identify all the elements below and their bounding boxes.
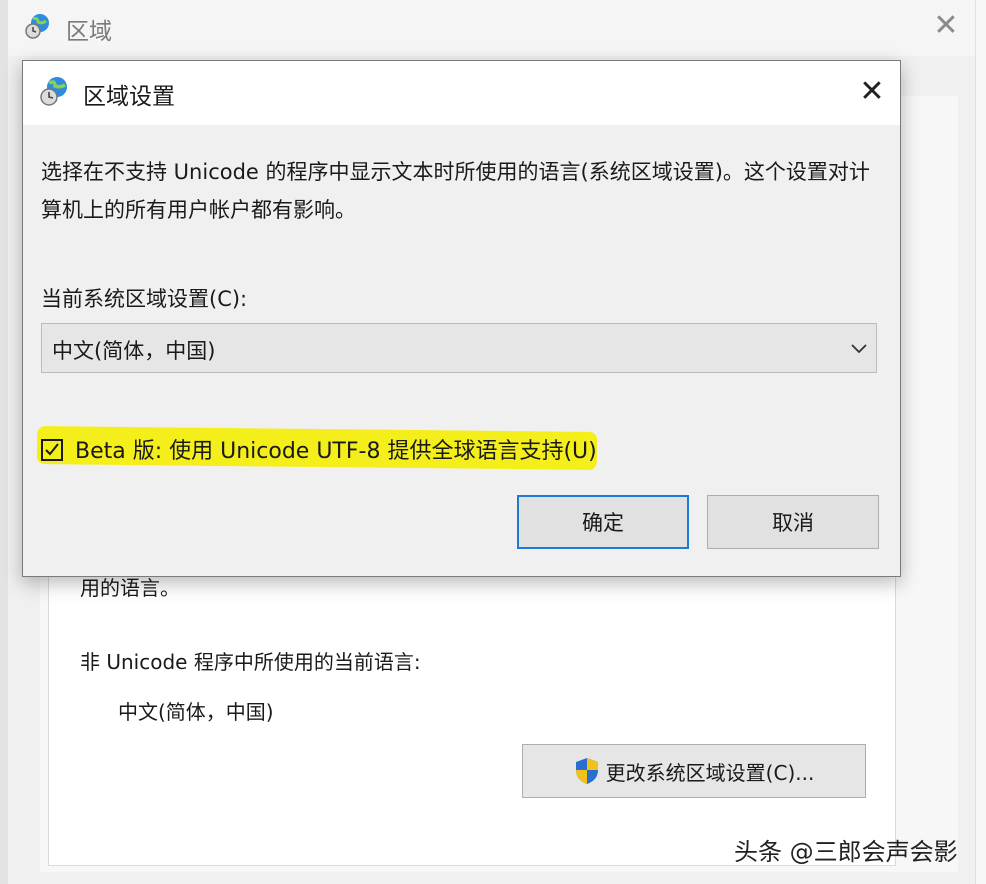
utf8-checkbox[interactable] (41, 439, 63, 461)
locale-label: 当前系统区域设置(C): (41, 287, 248, 311)
region-window-title: 区域 (66, 19, 112, 45)
dialog-description: 选择在不支持 Unicode 的程序中显示文本时所使用的语言(系统区域设置)。这… (41, 160, 870, 222)
close-icon[interactable]: ✕ (855, 75, 889, 109)
ok-button[interactable]: 确定 (517, 495, 689, 549)
window-edge (975, 0, 986, 884)
dialog-title: 区域设置 (83, 84, 175, 110)
change-system-locale-label: 更改系统区域设置(C)... (605, 760, 815, 785)
globe-clock-icon (25, 14, 49, 39)
system-locale-dropdown[interactable]: 中文(简体，中国) (41, 323, 877, 373)
locale-selected-value: 中文(简体，中国) (52, 339, 216, 363)
watermark: 头条 @三郎会声会影 (734, 838, 958, 866)
utf8-checkbox-label[interactable]: Beta 版: 使用 Unicode UTF-8 提供全球语言支持(U) (75, 433, 597, 465)
non-unicode-label: 非 Unicode 程序中所使用的当前语言: (80, 650, 421, 674)
cancel-button[interactable]: 取消 (707, 495, 879, 549)
region-window-titlebar (8, 0, 978, 56)
current-language-value: 中文(简体，中国) (118, 700, 274, 724)
chevron-down-icon (851, 344, 867, 354)
change-system-locale-button[interactable]: 更改系统区域设置(C)... (522, 744, 866, 798)
region-settings-dialog: 区域设置 ✕ 选择在不支持 Unicode 的程序中显示文本时所使用的语言(系统… (22, 60, 901, 577)
checkmark-icon (45, 443, 59, 456)
left-edge (0, 0, 8, 884)
close-icon[interactable]: ✕ (930, 10, 962, 42)
uac-shield-icon (575, 758, 598, 784)
globe-clock-icon (40, 77, 67, 106)
